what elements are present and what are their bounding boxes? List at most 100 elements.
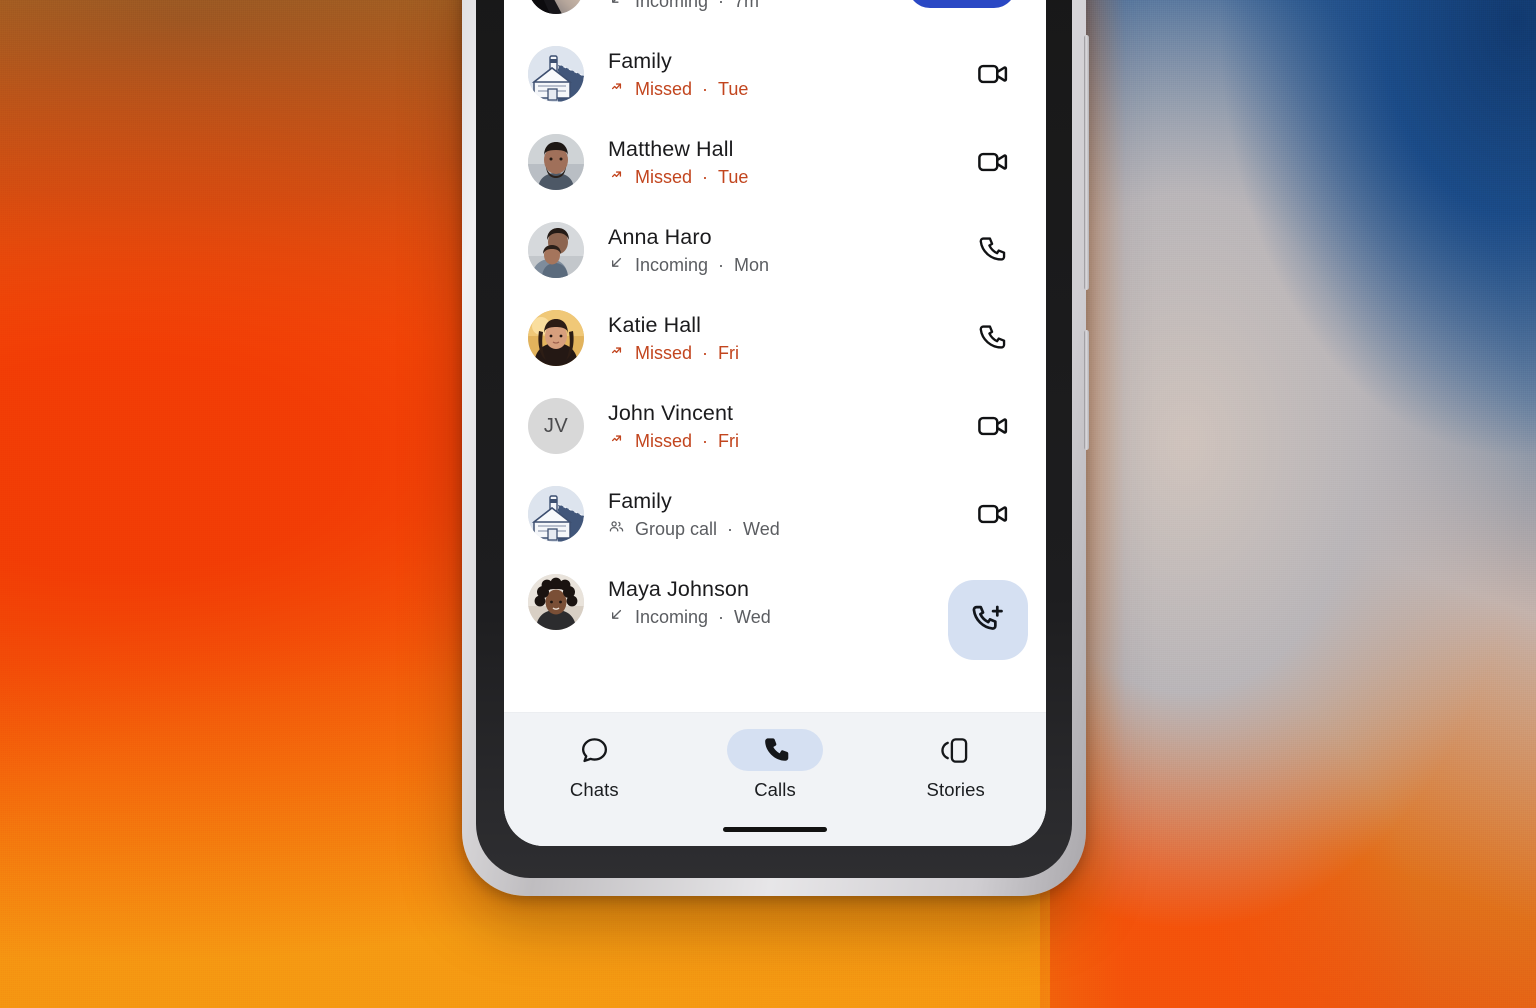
call-timestamp: Fri [718, 342, 740, 363]
call-row-text: RoommatesIncoming·7m [608, 0, 896, 13]
bottom-navigation-bar: Chats Calls Stories [504, 712, 1046, 846]
call-timestamp: Mon [734, 254, 770, 275]
call-row-action: Join [907, 0, 1016, 8]
call-status-text: Missed [635, 166, 693, 187]
join-call-button[interactable]: Join [907, 0, 1016, 8]
call-row-text: Katie Hall Missed · Fri [608, 312, 958, 365]
phone-bezel: RoommatesIncoming·7mJoinFamilyMissed·Tue… [476, 0, 1072, 878]
chat-bubble-icon [546, 729, 642, 771]
call-status-line: Missed · Tue [608, 78, 958, 101]
call-contact-name: John Vincent [608, 400, 734, 425]
video-call-button[interactable] [970, 403, 1016, 449]
call-timestamp: Wed [734, 606, 771, 627]
power-button[interactable] [1084, 35, 1089, 290]
call-status-text: Missed [635, 430, 693, 451]
call-row-action [970, 51, 1016, 97]
avatar[interactable] [528, 486, 584, 542]
video-call-button[interactable] [970, 51, 1016, 97]
missed-call-arrow-icon [608, 166, 625, 189]
audio-call-button[interactable] [970, 227, 1016, 273]
call-row-action [970, 315, 1016, 361]
phone-screen: RoommatesIncoming·7mJoinFamilyMissed·Tue… [504, 0, 1046, 846]
call-status-text: Group call [635, 518, 718, 539]
call-status-separator: · [702, 342, 709, 363]
call-row-action [970, 403, 1016, 449]
call-status-line: Incoming · Mon [608, 254, 958, 277]
missed-call-arrow-icon [608, 430, 625, 453]
incoming-call-arrow-icon [608, 254, 625, 277]
call-status-separator: · [718, 254, 725, 275]
call-row-text: John Vincent Missed · Fri [608, 400, 958, 453]
avatar[interactable] [528, 134, 584, 190]
avatar[interactable] [528, 310, 584, 366]
avatar[interactable]: JV [528, 398, 584, 454]
call-status-separator: · [727, 518, 734, 539]
call-status-separator: · [718, 0, 725, 11]
phone-device-frame: RoommatesIncoming·7mJoinFamilyMissed·Tue… [462, 0, 1089, 896]
nav-tab-chats[interactable]: Chats [504, 729, 685, 801]
nav-tab-label: Stories [926, 779, 985, 800]
volume-button[interactable] [1084, 330, 1089, 450]
nav-tab-label: Calls [754, 779, 796, 800]
call-timestamp: Fri [718, 430, 740, 451]
call-contact-name: Anna Haro [608, 224, 712, 249]
nav-tab-label: Chats [569, 779, 619, 800]
nav-tab-stories[interactable]: Stories [865, 729, 1046, 801]
call-status-separator: · [702, 78, 709, 99]
call-timestamp: Wed [743, 518, 780, 539]
call-status-line: Missed · Tue [608, 166, 958, 189]
call-timestamp: Tue [718, 166, 749, 187]
avatar[interactable] [528, 0, 584, 14]
call-timestamp: Tue [718, 78, 749, 99]
call-row-text: Maya Johnson Incoming · Wed [608, 576, 1004, 629]
call-contact-name: Maya Johnson [608, 576, 750, 601]
new-call-fab[interactable] [948, 580, 1028, 660]
call-contact-name: Family [608, 488, 672, 513]
call-row-action [970, 139, 1016, 185]
screenshot-stage: RoommatesIncoming·7mJoinFamilyMissed·Tue… [0, 0, 1536, 1008]
call-status-text: Incoming [635, 254, 709, 275]
avatar-initials: JV [528, 398, 584, 454]
phone-icon [727, 729, 823, 771]
call-row-action [970, 491, 1016, 537]
call-status-separator: · [718, 606, 725, 627]
incoming-call-arrow-icon [608, 0, 625, 13]
call-contact-name: Matthew Hall [608, 136, 734, 161]
call-row-text: Matthew Hall Missed · Tue [608, 136, 958, 189]
bottom-nav-items: Chats Calls Stories [504, 729, 1046, 801]
call-status-line: Missed · Fri [608, 430, 958, 453]
call-log-row[interactable]: Matthew Hall Missed · Tue [504, 118, 1046, 206]
call-log-row[interactable]: Family Missed · Tue [504, 30, 1046, 118]
nav-tab-calls[interactable]: Calls [685, 729, 866, 801]
audio-call-button[interactable] [970, 315, 1016, 361]
avatar[interactable] [528, 46, 584, 102]
home-indicator[interactable] [723, 827, 827, 832]
stories-icon [908, 729, 1004, 771]
incoming-call-arrow-icon [608, 606, 625, 629]
call-log-row[interactable]: Anna Haro Incoming · Mon [504, 206, 1046, 294]
call-status-text: Incoming [635, 0, 709, 11]
call-log-row[interactable]: Katie Hall Missed · Fri [504, 294, 1046, 382]
missed-call-arrow-icon [608, 78, 625, 101]
call-log-row[interactable]: JV John Vincent Missed · Fri [504, 382, 1046, 470]
call-status-text: Missed [635, 78, 693, 99]
call-row-text: Anna Haro Incoming · Mon [608, 224, 958, 277]
video-call-button[interactable] [970, 491, 1016, 537]
call-status-line: Incoming · 7m [608, 0, 896, 13]
avatar[interactable] [528, 222, 584, 278]
video-call-button[interactable] [970, 139, 1016, 185]
call-status-line: Incoming · Wed [608, 606, 1004, 629]
call-row-action [970, 227, 1016, 273]
call-contact-name: Katie Hall [608, 312, 702, 337]
call-timestamp: 7m [734, 0, 760, 11]
call-status-line: Group call · Wed [608, 518, 958, 541]
call-log-list[interactable]: RoommatesIncoming·7mJoinFamilyMissed·Tue… [504, 0, 1046, 712]
call-contact-name: Family [608, 48, 672, 73]
missed-call-arrow-icon [608, 342, 625, 365]
call-log-row[interactable]: RoommatesIncoming·7mJoin [504, 0, 1046, 30]
phone-plus-icon [970, 602, 1006, 638]
call-status-separator: · [702, 166, 709, 187]
call-log-row[interactable]: Family Group call · Wed [504, 470, 1046, 558]
call-status-separator: · [702, 430, 709, 451]
avatar[interactable] [528, 574, 584, 630]
